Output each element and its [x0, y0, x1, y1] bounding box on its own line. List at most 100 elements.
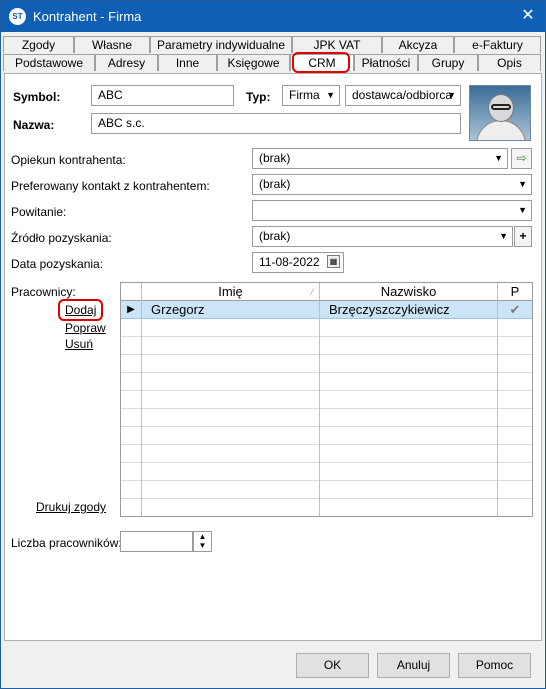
pracownicy-label: Pracownicy:: [11, 285, 76, 299]
empty-table-row[interactable]: [121, 409, 532, 427]
tab-parametry-indywidualne[interactable]: Parametry indywidualne: [150, 36, 292, 53]
empty-cell: [320, 355, 498, 373]
data-label: Data pozyskania:: [11, 257, 104, 271]
tab-adresy[interactable]: Adresy: [95, 54, 158, 71]
symbol-field[interactable]: ABC: [91, 85, 234, 106]
empty-cell: [320, 499, 498, 516]
opiekun-value: (brak): [259, 151, 291, 165]
opiekun-select[interactable]: (brak) ▼: [252, 148, 508, 169]
chevron-down-icon: ▼: [518, 179, 527, 189]
empty-cell: [498, 319, 532, 337]
empty-table-row[interactable]: [121, 463, 532, 481]
chevron-down-icon: ▼: [326, 90, 335, 100]
empty-table-row[interactable]: [121, 319, 532, 337]
empty-table-row[interactable]: [121, 445, 532, 463]
count-field[interactable]: [120, 531, 193, 552]
empty-cell: [142, 319, 320, 337]
nazwa-field[interactable]: ABC s.c.: [91, 113, 461, 134]
empty-cell: [498, 481, 532, 499]
tab-opis[interactable]: Opis: [478, 54, 541, 71]
tab-inne[interactable]: Inne: [158, 54, 217, 71]
tab-akcyza[interactable]: Akcyza: [382, 36, 454, 53]
count-label: Liczba pracowników:: [11, 536, 122, 550]
empty-cell: [320, 337, 498, 355]
column-header-imie[interactable]: Imię ⁄: [142, 283, 320, 301]
tab-row-1: Zgody Własne Parametry indywidualne JPK …: [3, 36, 543, 53]
tab-platnosci[interactable]: Płatności: [354, 54, 418, 71]
app-icon: ST: [9, 8, 26, 25]
zrodlo-label: Źródło pozyskania:: [11, 231, 112, 245]
zrodlo-select[interactable]: (brak) ▼: [252, 226, 513, 247]
ok-button[interactable]: OK: [296, 653, 369, 678]
window-title: Kontrahent - Firma: [33, 9, 142, 24]
add-worker-link[interactable]: Dodaj: [65, 303, 96, 317]
tab-ksiegowe[interactable]: Księgowe: [217, 54, 290, 71]
empty-cell: [121, 355, 142, 373]
empty-table-row[interactable]: [121, 427, 532, 445]
calendar-icon[interactable]: ▦: [327, 255, 340, 268]
titlebar: ST Kontrahent - Firma ✕: [1, 1, 545, 32]
tab-jpk-vat[interactable]: JPK VAT: [292, 36, 382, 53]
empty-cell: [121, 391, 142, 409]
empty-cell: [142, 373, 320, 391]
empty-cell: [498, 355, 532, 373]
count-stepper[interactable]: ▲ ▼: [193, 531, 212, 552]
empty-cell: [142, 355, 320, 373]
tab-zgody[interactable]: Zgody: [3, 36, 74, 53]
empty-table-row[interactable]: [121, 355, 532, 373]
tab-row-2: Podstawowe Adresy Inne Księgowe CRM Płat…: [3, 54, 543, 71]
remove-worker-link[interactable]: Usuń: [65, 337, 93, 351]
empty-cell: [498, 391, 532, 409]
empty-cell: [142, 445, 320, 463]
column-header-p[interactable]: P: [498, 283, 532, 301]
tab-wlasne[interactable]: Własne: [74, 36, 150, 53]
kontakt-select[interactable]: (brak) ▼: [252, 174, 532, 195]
chevron-down-icon: ▼: [518, 205, 527, 215]
symbol-label: Symbol:: [13, 90, 61, 104]
empty-cell: [498, 499, 532, 516]
empty-cell: [121, 427, 142, 445]
empty-cell: [121, 481, 142, 499]
empty-cell: [498, 463, 532, 481]
tab-crm[interactable]: CRM: [290, 54, 354, 71]
go-to-icon[interactable]: ⇨: [511, 148, 532, 169]
nazwa-label: Nazwa:: [13, 118, 55, 132]
empty-table-row[interactable]: [121, 391, 532, 409]
stepper-down-icon[interactable]: ▼: [194, 541, 211, 550]
tab-podstawowe[interactable]: Podstawowe: [3, 54, 95, 71]
print-consents-link[interactable]: Drukuj zgody: [36, 500, 106, 514]
empty-cell: [498, 373, 532, 391]
add-icon[interactable]: +: [514, 226, 532, 247]
tab-grupy[interactable]: Grupy: [418, 54, 478, 71]
empty-table-row[interactable]: [121, 499, 532, 516]
close-icon[interactable]: ✕: [517, 5, 539, 27]
typ-select[interactable]: Firma ▼: [282, 85, 340, 106]
chevron-down-icon: ▼: [494, 153, 503, 163]
tab-e-faktury[interactable]: e-Faktury: [454, 36, 541, 53]
column-header-nazwisko[interactable]: Nazwisko: [320, 283, 498, 301]
empty-table-row[interactable]: [121, 337, 532, 355]
empty-cell: [320, 481, 498, 499]
workers-grid[interactable]: Imię ⁄ Nazwisko P ▶ Grzegorz Brzęczyszcz…: [120, 282, 533, 517]
stepper-up-icon[interactable]: ▲: [194, 532, 211, 541]
empty-table-row[interactable]: [121, 481, 532, 499]
empty-cell: [320, 373, 498, 391]
cancel-button[interactable]: Anuluj: [377, 653, 450, 678]
help-button[interactable]: Pomoc: [458, 653, 531, 678]
typ2-value: dostawca/odbiorca: [352, 88, 453, 102]
edit-worker-link[interactable]: Popraw: [65, 321, 106, 335]
empty-cell: [320, 409, 498, 427]
typ2-select[interactable]: dostawca/odbiorca ▼: [345, 85, 461, 106]
empty-cell: [320, 391, 498, 409]
chevron-down-icon: ▼: [447, 90, 456, 100]
powitanie-select[interactable]: ▼: [252, 200, 532, 221]
contractor-avatar-icon[interactable]: [469, 85, 531, 141]
empty-cell: [498, 337, 532, 355]
empty-table-row[interactable]: [121, 373, 532, 391]
date-field[interactable]: 11-08-2022 ▦: [252, 252, 344, 273]
kontakt-label: Preferowany kontakt z kontrahentem:: [11, 179, 210, 193]
empty-cell: [320, 445, 498, 463]
empty-cell: [498, 409, 532, 427]
powitanie-label: Powitanie:: [11, 205, 67, 219]
table-row[interactable]: ▶ Grzegorz Brzęczyszczykiewicz ✔: [121, 301, 532, 319]
